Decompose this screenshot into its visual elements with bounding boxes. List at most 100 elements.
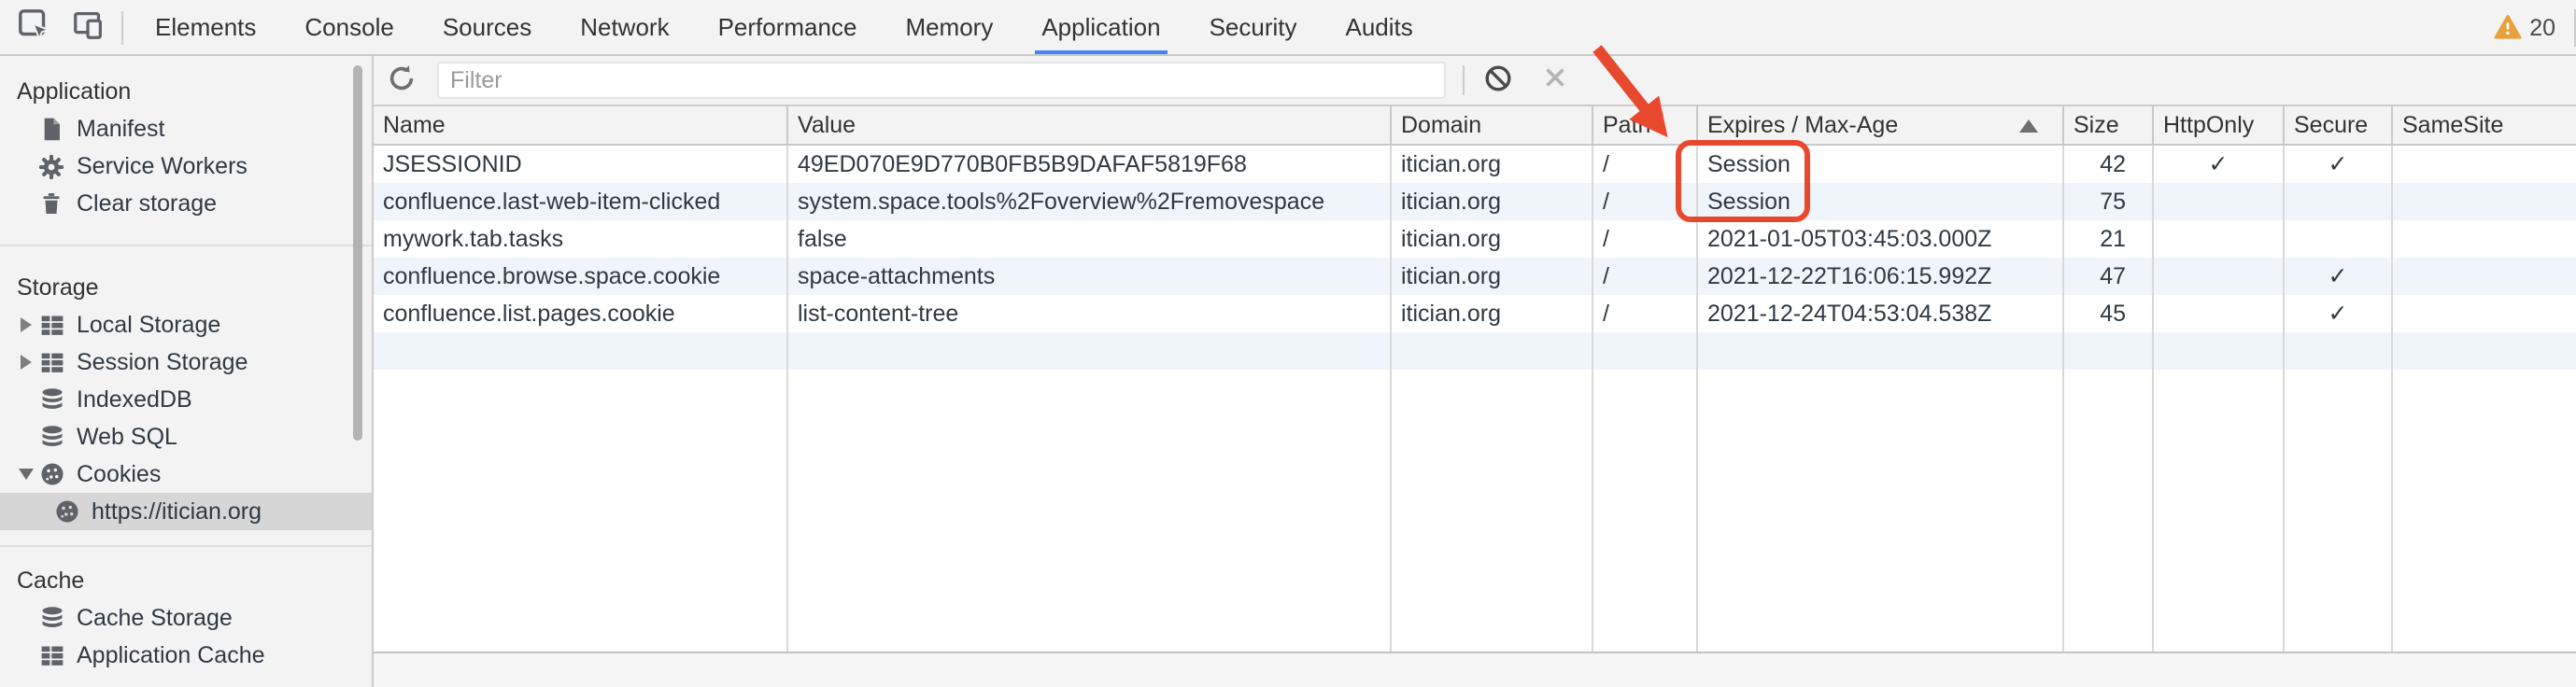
cell-expires: 2021-01-05T03:45:03.000Z <box>1698 220 2064 258</box>
sidebar-item-label: IndexedDB <box>77 386 192 413</box>
cookie-row-jsessionid[interactable]: JSESSIONID 49ED070E9D770B0FB5B9DAFAF5819… <box>374 146 2576 183</box>
tab-network[interactable]: Network <box>556 0 693 54</box>
table-icon <box>37 311 65 339</box>
sidebar-item-local-storage[interactable]: Local Storage <box>0 306 372 344</box>
sidebar-item-label: Web SQL <box>77 424 177 450</box>
sidebar-section-application: Application <box>0 73 372 110</box>
sidebar-item-service-workers[interactable]: Service Workers <box>0 147 372 185</box>
inspect-element-button[interactable] <box>13 7 54 48</box>
column-header-domain[interactable]: Domain <box>1392 106 1593 144</box>
cookie-row-browse-space-cookie[interactable]: confluence.browse.space.cookie space-att… <box>374 258 2576 295</box>
database-icon <box>37 386 65 414</box>
cell-size: 47 <box>2064 258 2154 295</box>
column-header-httponly[interactable]: HttpOnly <box>2154 106 2285 144</box>
database-icon <box>37 423 65 451</box>
tabbar-divider <box>121 10 123 44</box>
column-header-secure[interactable]: Secure <box>2285 106 2393 144</box>
column-header-size[interactable]: Size <box>2064 106 2154 144</box>
sidebar-section-storage: Storage <box>0 269 372 306</box>
document-icon <box>37 115 65 143</box>
cell-httponly-check <box>2154 183 2285 220</box>
cell-samesite <box>2393 258 2576 295</box>
sidebar-item-label: Cache Storage <box>77 605 233 631</box>
cell-expires: 2021-12-24T04:53:04.538Z <box>1698 295 2064 332</box>
cell-samesite <box>2393 295 2576 332</box>
sidebar-item-label: Session Storage <box>77 349 248 375</box>
cell-secure-check <box>2285 220 2393 258</box>
cell-httponly-check <box>2154 220 2285 258</box>
tab-memory[interactable]: Memory <box>881 0 1017 54</box>
delete-selected-cookie-button[interactable] <box>1536 62 1573 99</box>
sidebar-item-manifest[interactable]: Manifest <box>0 110 372 147</box>
application-sidebar: Application Manifest Service Workers Cle… <box>0 56 374 687</box>
sidebar-item-label: Manifest <box>77 116 165 142</box>
tab-performance[interactable]: Performance <box>694 0 882 54</box>
tab-application[interactable]: Application <box>1017 0 1184 54</box>
cell-size: 75 <box>2064 183 2154 220</box>
cell-value: list-content-tree <box>788 295 1392 332</box>
cell-expires: Session <box>1698 146 2064 183</box>
sidebar-item-label: Service Workers <box>77 153 248 179</box>
cell-path: / <box>1593 220 1698 258</box>
cell-size: 42 <box>2064 146 2154 183</box>
column-header-samesite[interactable]: SameSite <box>2393 106 2576 144</box>
tab-elements[interactable]: Elements <box>131 0 280 54</box>
cell-domain: itician.org <box>1392 146 1593 183</box>
tab-audits[interactable]: Audits <box>1322 0 1437 54</box>
cookie-icon <box>52 498 80 526</box>
sidebar-item-indexeddb[interactable]: IndexedDB <box>0 381 372 418</box>
cell-secure-check: ✓ <box>2285 295 2393 332</box>
cell-name: JSESSIONID <box>374 146 788 183</box>
cell-name: confluence.browse.space.cookie <box>374 258 788 295</box>
sort-ascending-icon <box>2019 119 2038 132</box>
cookie-row-list-pages-cookie[interactable]: confluence.list.pages.cookie list-conten… <box>374 295 2576 332</box>
cell-httponly-check: ✓ <box>2154 146 2285 183</box>
cell-expires: 2021-12-22T16:06:15.992Z <box>1698 258 2064 295</box>
sidebar-item-label: Cookies <box>77 461 161 487</box>
column-header-name[interactable]: Name <box>374 106 788 144</box>
cell-value: space-attachments <box>788 258 1392 295</box>
column-header-expires[interactable]: Expires / Max-Age <box>1698 106 2064 144</box>
sidebar-item-web-sql[interactable]: Web SQL <box>0 418 372 456</box>
sidebar-item-cache-storage[interactable]: Cache Storage <box>0 599 372 637</box>
inspect-cursor-icon <box>16 7 51 48</box>
sidebar-item-application-cache[interactable]: Application Cache <box>0 637 372 674</box>
sidebar-item-cookies-itician-org[interactable]: https://itician.org <box>0 493 372 530</box>
cookies-table-header: Name Value Domain Path Expires / Max-Age… <box>374 106 2576 146</box>
toggle-device-toolbar-button[interactable] <box>67 7 108 48</box>
cell-path: / <box>1593 295 1698 332</box>
devices-icon <box>70 7 106 48</box>
cell-domain: itician.org <box>1392 220 1593 258</box>
column-header-path[interactable]: Path <box>1593 106 1698 144</box>
database-icon <box>37 604 65 632</box>
sidebar-item-clear-storage[interactable]: Clear storage <box>0 185 372 222</box>
cell-samesite <box>2393 220 2576 258</box>
cell-domain: itician.org <box>1392 258 1593 295</box>
sidebar-item-cookies[interactable]: Cookies <box>0 456 372 493</box>
cell-domain: itician.org <box>1392 183 1593 220</box>
cell-size: 21 <box>2064 220 2154 258</box>
clear-all-cookies-button[interactable] <box>1479 62 1517 99</box>
cell-secure-check: ✓ <box>2285 258 2393 295</box>
devtools-window: Elements Console Sources Network Perform… <box>0 0 2576 687</box>
filter-input[interactable] <box>437 62 1446 99</box>
tab-sources[interactable]: Sources <box>418 0 556 54</box>
sidebar-scrollbar[interactable] <box>353 65 362 441</box>
toolbar-divider <box>1463 65 1465 95</box>
cell-name: mywork.tab.tasks <box>374 220 788 258</box>
collapse-arrow-icon[interactable] <box>19 469 34 480</box>
cell-path: / <box>1593 183 1698 220</box>
refresh-button[interactable] <box>383 62 420 99</box>
sidebar-item-session-storage[interactable]: Session Storage <box>0 344 372 381</box>
tab-console[interactable]: Console <box>280 0 418 54</box>
expand-arrow-icon[interactable] <box>21 355 32 370</box>
console-warning-badge[interactable]: 20 <box>2494 13 2555 41</box>
cookie-row-mywork-tab-tasks[interactable]: mywork.tab.tasks false itician.org / 202… <box>374 220 2576 258</box>
cookie-row-last-web-item-clicked[interactable]: confluence.last-web-item-clicked system.… <box>374 183 2576 220</box>
tab-security[interactable]: Security <box>1185 0 1322 54</box>
cell-domain: itician.org <box>1392 295 1593 332</box>
expand-arrow-icon[interactable] <box>21 317 32 332</box>
cell-secure-check <box>2285 183 2393 220</box>
table-icon <box>37 641 65 669</box>
column-header-value[interactable]: Value <box>788 106 1392 144</box>
